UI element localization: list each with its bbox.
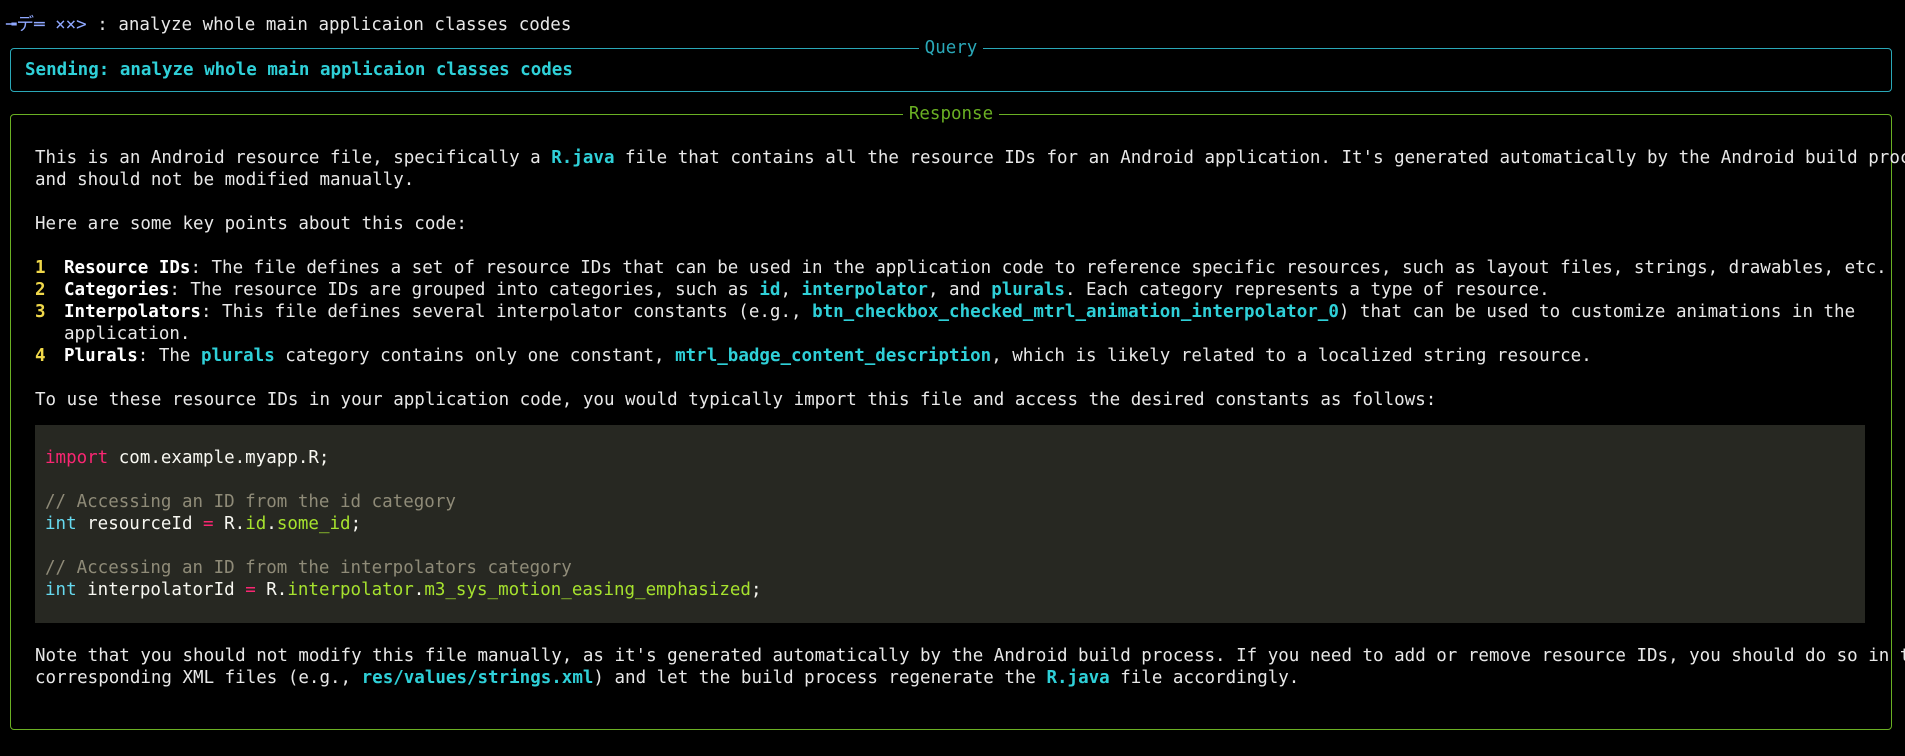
note-line-1: Note that you should not modify this fil… bbox=[35, 646, 1905, 666]
prompt-command: : analyze whole main applicaion classes … bbox=[86, 15, 572, 35]
query-sending-text: Sending: analyze whole main applicaion c… bbox=[25, 60, 573, 80]
list-item: 1 Resource IDs: The file defines a set of… bbox=[35, 258, 1887, 278]
list-item: 2 Categories: The resource IDs are groupe… bbox=[35, 280, 1550, 300]
query-panel: Query Sending: analyze whole main applic… bbox=[10, 38, 1892, 92]
intro-line-1: This is an Android resource file, specif… bbox=[35, 148, 1905, 168]
code-line: int interpolatorId = R.interpolator.m3_s… bbox=[45, 580, 762, 600]
intro-line-2: and should not be modified manually. bbox=[35, 170, 415, 190]
code-comment: // Accessing an ID from the interpolator… bbox=[45, 558, 572, 578]
list-item: 4 Plurals: The plurals category contains … bbox=[35, 346, 1592, 366]
response-content: This is an Android resource file, specif… bbox=[35, 147, 1905, 689]
response-panel: Response This is an Android resource fil… bbox=[10, 104, 1905, 730]
note-line-2: corresponding XML files (e.g., res/value… bbox=[35, 668, 1300, 688]
code-block: import com.example.myapp.R; // Accessing… bbox=[35, 425, 1865, 623]
usage-text: To use these resource IDs in your applic… bbox=[35, 390, 1437, 410]
code-comment: // Accessing an ID from the id category bbox=[45, 492, 456, 512]
code-line: int resourceId = R.id.some_id; bbox=[45, 514, 362, 534]
response-title: Response bbox=[902, 104, 1000, 124]
query-title: Query bbox=[918, 38, 984, 58]
code-line: import com.example.myapp.R; bbox=[45, 448, 330, 468]
prompt-prefix: ╼デ═ ××> bbox=[6, 15, 87, 35]
list-item: 3 Interpolators: This file defines severa… bbox=[35, 302, 1856, 322]
list-item-continuation: application. bbox=[64, 324, 191, 344]
terminal-prompt: ╼デ═ ××> : analyze whole main applicaion … bbox=[6, 14, 571, 36]
key-points-heading: Here are some key points about this code… bbox=[35, 214, 467, 234]
